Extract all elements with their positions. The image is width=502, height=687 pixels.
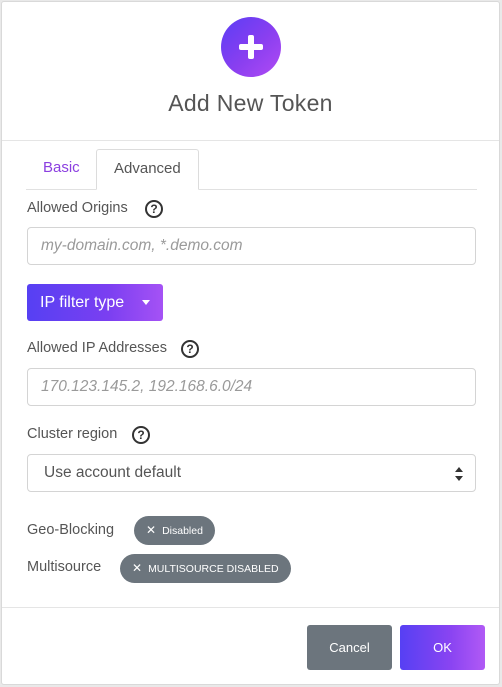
select-arrows-icon bbox=[455, 467, 463, 481]
allowed-ips-label: Allowed IP Addresses bbox=[27, 340, 167, 356]
allowed-ips-help-icon[interactable]: ? bbox=[181, 340, 199, 358]
modal-header: Add New Token bbox=[2, 2, 499, 141]
geo-blocking-label: Geo-Blocking bbox=[27, 522, 115, 538]
cluster-region-select[interactable]: Use account default bbox=[27, 454, 476, 492]
tab-advanced[interactable]: Advanced bbox=[96, 149, 199, 190]
multisource-badge[interactable]: ✕ MULTISOURCE DISABLED bbox=[120, 554, 291, 583]
add-token-modal: Add New Token Basic Advanced Allowed Ori… bbox=[1, 1, 500, 685]
cluster-region-label: Cluster region bbox=[27, 426, 118, 442]
multisource-label: Multisource bbox=[27, 559, 102, 575]
ok-button[interactable]: OK bbox=[400, 625, 485, 670]
allowed-origins-input[interactable] bbox=[27, 227, 476, 265]
modal-title: Add New Token bbox=[168, 90, 333, 116]
allowed-origins-help-icon[interactable]: ? bbox=[145, 200, 163, 218]
multisource-status: MULTISOURCE DISABLED bbox=[148, 563, 279, 575]
tab-basic[interactable]: Basic bbox=[26, 149, 97, 189]
ip-filter-type-label: IP filter type bbox=[40, 293, 125, 311]
tab-bar: Basic Advanced bbox=[26, 149, 477, 190]
x-icon: ✕ bbox=[132, 561, 143, 575]
geo-blocking-status: Disabled bbox=[162, 525, 203, 537]
plus-icon bbox=[221, 17, 281, 77]
caret-down-icon bbox=[142, 300, 150, 305]
cluster-region-selected: Use account default bbox=[44, 464, 182, 481]
x-icon: ✕ bbox=[146, 523, 157, 537]
allowed-ips-input[interactable] bbox=[27, 368, 476, 406]
cluster-region-help-icon[interactable]: ? bbox=[132, 426, 150, 444]
allowed-origins-label: Allowed Origins bbox=[27, 200, 128, 216]
footer-divider bbox=[2, 607, 499, 608]
ip-filter-type-button[interactable]: IP filter type bbox=[27, 284, 163, 321]
cancel-button[interactable]: Cancel bbox=[307, 625, 392, 670]
geo-blocking-badge[interactable]: ✕ Disabled bbox=[134, 516, 215, 545]
